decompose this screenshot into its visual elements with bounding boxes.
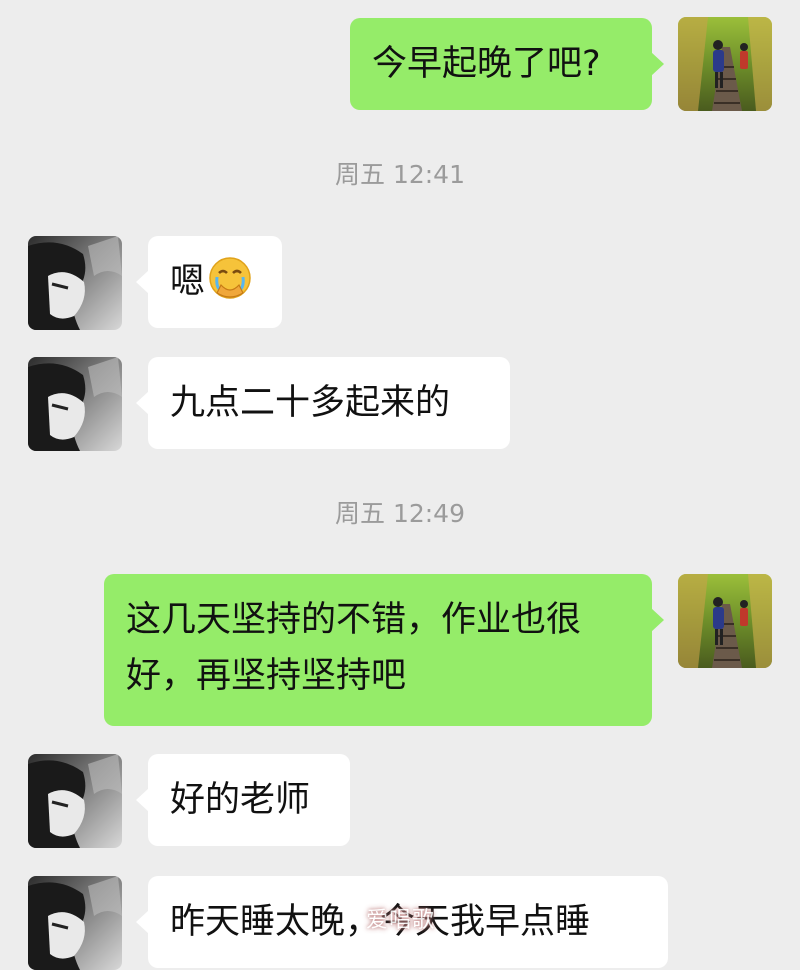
watermark: 爱唱歌 <box>366 908 436 933</box>
railway-walk-painting-avatar-icon <box>678 574 772 668</box>
contact-avatar[interactable] <box>28 357 122 451</box>
message-text: 今早起晚了吧? <box>372 44 601 84</box>
message-bubble-self[interactable]: 这几天坚持的不错，作业也很好，再坚持坚持吧 <box>104 574 664 726</box>
anime-boy-sketch-avatar-icon <box>28 754 122 848</box>
message-text: 嗯 <box>170 262 206 302</box>
face-with-hand-over-mouth-crying-emoji-icon <box>209 257 251 299</box>
message-text: 九点二十多起来的 <box>170 383 451 423</box>
message-bubble-contact[interactable]: 嗯 <box>136 236 282 328</box>
chat-area[interactable]: 今早起晚了吧? 周五 12:41 嗯 九点二十多起来的 周五 12:49 这几天… <box>0 0 800 934</box>
contact-avatar[interactable] <box>28 236 122 330</box>
message-text: 这几天坚持的不错，作业也很好，再坚持坚持吧 <box>126 600 582 696</box>
message-bubble-contact[interactable]: 好的老师 <box>136 754 350 846</box>
timestamp: 周五 12:49 <box>335 499 465 528</box>
anime-boy-sketch-avatar-icon <box>28 876 122 970</box>
message-bubble-contact[interactable]: 九点二十多起来的 <box>136 357 510 449</box>
contact-avatar[interactable] <box>28 876 122 970</box>
message-bubble-self[interactable]: 今早起晚了吧? <box>350 18 664 110</box>
anime-boy-sketch-avatar-icon <box>28 357 122 451</box>
self-avatar[interactable] <box>678 17 772 111</box>
timestamp: 周五 12:41 <box>335 160 465 189</box>
anime-boy-sketch-avatar-icon <box>28 236 122 330</box>
railway-walk-painting-avatar-icon <box>678 17 772 111</box>
message-text: 好的老师 <box>170 780 311 820</box>
contact-avatar[interactable] <box>28 754 122 848</box>
self-avatar[interactable] <box>678 574 772 668</box>
